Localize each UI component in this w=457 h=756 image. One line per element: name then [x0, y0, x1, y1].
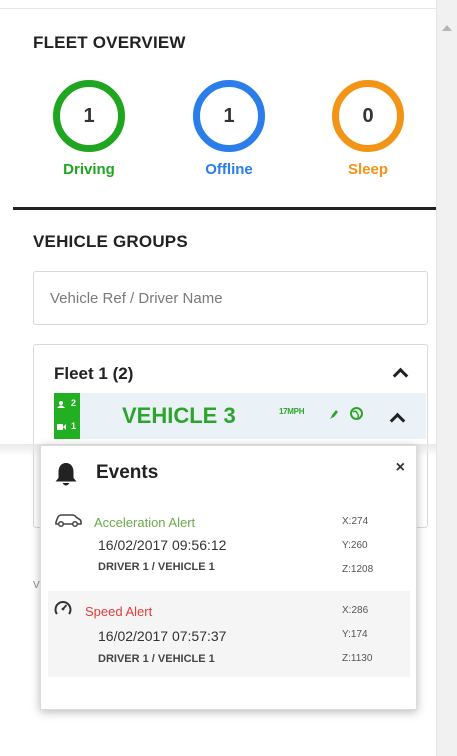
bell-icon	[55, 463, 77, 486]
globe-icon[interactable]	[350, 407, 363, 420]
event-type: Speed Alert	[85, 604, 153, 619]
event-driver: DRIVER 1 / VEHICLE 1	[98, 653, 215, 665]
sleep-label: Sleep	[347, 161, 389, 178]
fleet-group-name: Fleet 1 (2)	[54, 364, 134, 383]
scroll-up-arrow-icon[interactable]	[442, 25, 452, 31]
edit-icon[interactable]	[329, 409, 339, 420]
event-y: Y:260	[342, 540, 368, 551]
background-text-fragment: V	[33, 580, 40, 591]
offline-count: 1	[223, 104, 235, 127]
event-driver: DRIVER 1 / VEHICLE 1	[98, 561, 215, 573]
event-z: Z:1130	[342, 653, 373, 664]
event-item[interactable]: Acceleration Alert 16/02/2017 09:56:12 D…	[48, 500, 410, 586]
vehicle-row[interactable]: 2 1 VEHICLE 3 17MPH	[54, 393, 426, 439]
events-popup: Events × Acceleration Alert 16/02/2017 0…	[40, 445, 417, 710]
collapse-group-icon[interactable]	[392, 367, 409, 384]
event-datetime: 16/02/2017 07:57:37	[98, 628, 227, 644]
driver-icon	[57, 401, 65, 408]
camera-icon	[57, 424, 66, 430]
collapse-vehicle-icon[interactable]	[389, 412, 406, 429]
vehicle-groups-title: VEHICLE GROUPS	[33, 232, 188, 251]
badge-bottom-count: 1	[71, 421, 77, 431]
event-x: X:274	[342, 516, 369, 527]
vehicle-status-badge: 2 1	[54, 393, 80, 439]
vehicle-speed: 17MPH	[279, 407, 305, 416]
offline-count-circle[interactable]: 1	[193, 80, 265, 152]
event-z: Z:1208	[342, 564, 374, 575]
section-divider	[13, 207, 436, 210]
vertical-scrollbar[interactable]	[436, 0, 457, 756]
sleep-count: 0	[362, 104, 374, 127]
vehicle-search-input[interactable]	[33, 271, 428, 325]
close-icon[interactable]: ×	[396, 460, 405, 476]
events-title: Events	[96, 462, 159, 483]
top-divider	[0, 8, 436, 9]
driving-count-circle[interactable]: 1	[53, 80, 125, 152]
event-x: X:286	[342, 605, 369, 616]
offline-label: Offline	[205, 161, 253, 178]
sleep-count-circle[interactable]: 0	[332, 80, 404, 152]
event-datetime: 16/02/2017 09:56:12	[98, 537, 227, 553]
fleet-overview-title: FLEET OVERVIEW	[33, 33, 186, 52]
speedometer-icon	[54, 601, 72, 615]
fleet-sidebar: FLEET OVERVIEW 1 Driving 1 Offline 0 Sle…	[0, 0, 436, 756]
vehicle-name: VEHICLE 3	[122, 403, 236, 428]
event-item[interactable]: Speed Alert 16/02/2017 07:57:37 DRIVER 1…	[48, 591, 410, 677]
car-icon	[55, 514, 82, 528]
badge-top-count: 2	[71, 398, 77, 408]
event-type: Acceleration Alert	[94, 515, 196, 530]
event-y: Y:174	[342, 629, 368, 640]
driving-count: 1	[83, 104, 95, 127]
driving-label: Driving	[63, 161, 115, 178]
